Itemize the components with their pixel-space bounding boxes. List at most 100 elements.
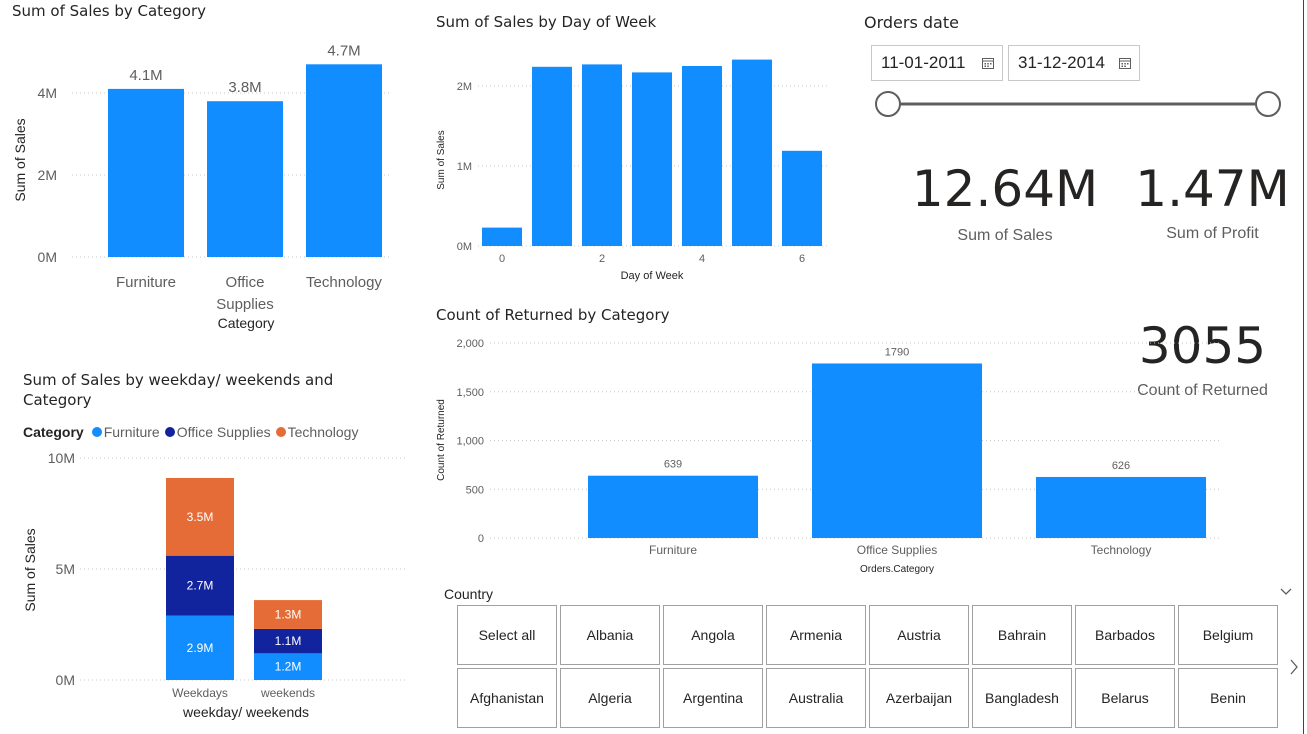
y-axis-title: Count of Returned [436, 399, 447, 481]
end-date-input[interactable]: 31-12-2014 [1008, 45, 1140, 81]
country-tile[interactable]: Bahrain [972, 605, 1072, 665]
bar[interactable] [632, 72, 672, 247]
end-date-value: 31-12-2014 [1018, 53, 1105, 72]
y-tick-label: 2,000 [456, 338, 484, 350]
y-tick-label: 5M [56, 561, 75, 577]
legend-title: Category [23, 424, 84, 440]
y-tick-label: 1,000 [456, 436, 484, 448]
bar[interactable] [588, 475, 758, 538]
country-tile[interactable]: Algeria [560, 668, 660, 728]
data-label: 3.8M [228, 79, 261, 96]
y-axis-title: Sum of Sales [22, 528, 38, 611]
country-tile[interactable]: Barbados [1075, 605, 1175, 665]
bar[interactable] [812, 363, 982, 538]
chart-title-line: Sum of Sales by weekday/ weekends and [23, 371, 334, 389]
bar[interactable] [108, 88, 184, 258]
data-label: 3.5M [187, 510, 214, 524]
x-tick-label: Office Supplies [857, 543, 938, 557]
data-label: 1.1M [275, 634, 302, 648]
chart-sales-by-day[interactable]: 0M 1M 2M 0 2 4 6 Sum of Sales Day of Week [430, 55, 840, 290]
bar[interactable] [1036, 476, 1206, 538]
country-tile[interactable]: Bangladesh [972, 668, 1072, 728]
legend-item-furniture[interactable]: Furniture [91, 424, 160, 440]
y-tick-label: 0M [56, 672, 75, 688]
country-tile[interactable]: Benin [1178, 668, 1278, 728]
bar[interactable] [582, 64, 622, 247]
chart-title-sales-by-day: Sum of Sales by Day of Week [436, 13, 657, 31]
bar[interactable] [782, 150, 822, 246]
chevron-right-icon[interactable] [1289, 659, 1299, 675]
chart-weekday-weekends[interactable]: 0M 5M 10M 2.9M 2.7M 3.5M Weekdays 1.2M 1.1M 1.3M w… [0, 445, 420, 730]
legend-label: Office Supplies [176, 424, 271, 440]
y-tick-label: 1,500 [456, 387, 484, 399]
x-axis-title: Orders.Category [860, 564, 934, 575]
country-tile[interactable]: Argentina [663, 668, 763, 728]
country-tile[interactable]: Belgium [1178, 605, 1278, 665]
y-axis-title: Sum of Sales [12, 118, 28, 201]
calendar-icon[interactable] [982, 57, 994, 69]
report-border [1303, 0, 1304, 734]
y-axis-title: Sum of Sales [436, 130, 447, 189]
data-label: 4.1M [129, 67, 162, 84]
slider-start-handle[interactable] [875, 91, 901, 117]
chart-title-weekday-weekends: Sum of Sales by weekday/ weekends and Ca… [23, 370, 333, 410]
bar[interactable] [682, 66, 722, 246]
y-tick-label: 2M [457, 81, 472, 93]
y-tick-label: 500 [466, 484, 484, 496]
slider-end-handle[interactable] [1255, 91, 1281, 117]
country-tile[interactable]: Belarus [1075, 668, 1175, 728]
y-tick-label: 2M [38, 167, 57, 183]
bar[interactable] [732, 59, 772, 246]
y-tick-label: 0M [457, 241, 472, 253]
x-tick-label: Furniture [116, 274, 176, 291]
country-tile-select-all[interactable]: Select all [457, 605, 557, 665]
legend-item-office-supplies[interactable]: Office Supplies [164, 424, 271, 440]
kpi-profit-label: Sum of Profit [1166, 225, 1259, 242]
data-label: 1.2M [275, 660, 302, 674]
legend: Category Furniture Office Supplies Techn… [23, 424, 363, 440]
y-tick-label: 4M [38, 85, 57, 101]
chart-title-returned-by-category: Count of Returned by Category [436, 306, 670, 324]
chevron-down-icon[interactable] [1280, 585, 1292, 597]
start-date-input[interactable]: 11-01-2011 [871, 45, 1003, 81]
x-tick-label: Weekdays [172, 686, 228, 700]
country-tile[interactable]: Austria [869, 605, 969, 665]
x-tick-label: 6 [799, 253, 805, 265]
y-tick-label: 10M [48, 450, 75, 466]
y-tick-label: 0 [478, 533, 484, 545]
chart-title-line: Category [23, 391, 92, 409]
country-tile[interactable]: Azerbaijan [869, 668, 969, 728]
chart-sales-by-category[interactable]: 0M 2M 4M 4.1M Furniture 3.8M Office Supplies 4.7… [0, 25, 410, 335]
data-label: 1790 [885, 346, 909, 358]
chart-title-sales-by-category: Sum of Sales by Category [12, 2, 207, 20]
chart-returned-by-category[interactable]: 0 500 1,000 1,500 2,000 639 Furniture 1790 Offic… [430, 330, 1230, 580]
bar[interactable] [306, 64, 382, 257]
bar[interactable] [482, 227, 522, 246]
country-tile[interactable]: Armenia [766, 605, 866, 665]
kpi-profit-value: 1.47M [1135, 160, 1290, 218]
bar[interactable] [207, 101, 283, 257]
x-axis-title: Day of Week [621, 270, 684, 282]
bar[interactable] [532, 66, 572, 246]
legend-dot [164, 427, 175, 437]
kpi-sales-label: Sum of Sales [957, 227, 1053, 244]
date-slicer-title: Orders date [864, 13, 959, 32]
data-label: 639 [664, 459, 682, 471]
country-tile[interactable]: Afghanistan [457, 668, 557, 728]
data-label: 4.7M [327, 42, 360, 59]
x-tick-label: Technology [1091, 543, 1152, 557]
x-tick-label: 4 [699, 253, 705, 265]
x-tick-label: Office [226, 274, 265, 291]
legend-dot [91, 427, 102, 437]
calendar-icon[interactable] [1119, 57, 1131, 69]
x-tick-label: weekends [260, 686, 315, 700]
legend-item-technology[interactable]: Technology [275, 424, 358, 440]
country-tile[interactable]: Australia [766, 668, 866, 728]
x-tick-label: Supplies [216, 296, 274, 313]
country-tile[interactable]: Angola [663, 605, 763, 665]
date-range-slider[interactable] [870, 89, 1282, 121]
x-axis-title: weekday/ weekends [182, 704, 309, 720]
x-tick-label: Technology [306, 274, 382, 291]
country-tile[interactable]: Albania [560, 605, 660, 665]
data-label: 1.3M [275, 608, 302, 622]
